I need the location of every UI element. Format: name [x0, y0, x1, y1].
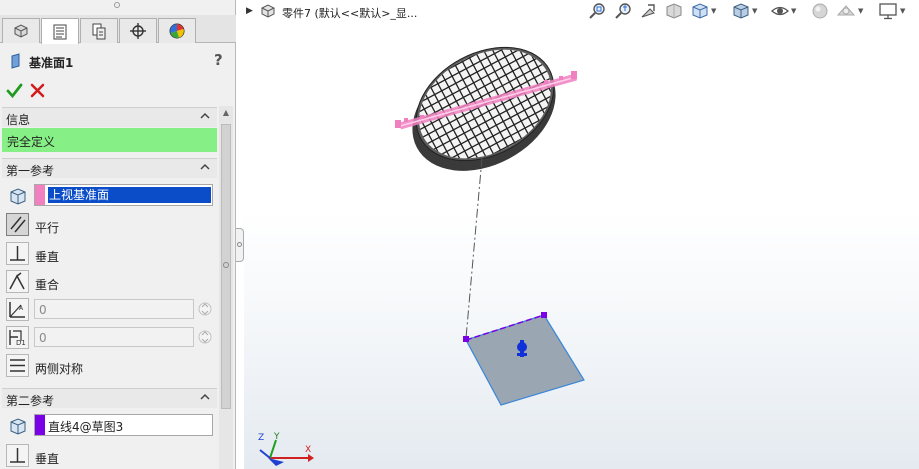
first-reference-header[interactable]: 第一参考	[2, 158, 217, 178]
offset-distance-icon: D1	[9, 330, 26, 347]
scroll-up-icon[interactable]: ▲	[219, 108, 233, 120]
feature-title: 基准面1	[29, 56, 74, 70]
angle-button[interactable]: A	[6, 298, 29, 321]
status-text: 完全定义	[7, 135, 56, 149]
first-reference-selection[interactable]: 上视基准面	[34, 184, 213, 206]
first-reference-title: 第一参考	[6, 164, 55, 178]
sieve-mesh-part[interactable]	[386, 13, 584, 194]
help-icon[interactable]: ?	[214, 51, 223, 69]
triad-x-label: X	[305, 445, 311, 455]
triad-y-axis	[269, 439, 277, 459]
tab-dimxpert-manager[interactable]	[119, 18, 157, 43]
scroll-grip-icon	[223, 262, 229, 268]
panel-collapse-handle[interactable]	[236, 228, 244, 262]
property-manager-panel: 基准面1 ? 信息 完全定义 第一参考 上视基准面 平行 垂直 重合 A 0 D…	[0, 0, 236, 469]
chevron-up-icon[interactable]	[199, 391, 211, 403]
plane-surface	[465, 314, 585, 406]
tab-display-manager[interactable]	[158, 18, 196, 43]
parallel-label: 平行	[35, 221, 60, 235]
distance-field[interactable]: 0	[34, 327, 194, 347]
solidworks-window: 基准面1 ? 信息 完全定义 第一参考 上视基准面 平行 垂直 重合 A 0 D…	[0, 0, 919, 469]
model-scene[interactable]	[244, 0, 919, 469]
mid-plane-icon	[10, 359, 25, 372]
parallel-button[interactable]	[6, 213, 29, 236]
first-reference-value: 上视基准面	[48, 187, 211, 203]
ok-checkmark-icon[interactable]	[6, 82, 23, 99]
svg-text:D1: D1	[16, 339, 26, 347]
parallel-icon	[10, 216, 26, 233]
angle-field[interactable]: 0	[34, 299, 194, 319]
angle-value: 0	[39, 303, 47, 317]
tab-feature-manager[interactable]	[2, 18, 40, 43]
reference-triad[interactable]: Z Y X	[256, 430, 314, 468]
collapse-grip-icon	[237, 242, 242, 247]
second-reference-title: 第二参考	[6, 394, 55, 408]
second-perpendicular-button[interactable]	[6, 444, 29, 467]
angle-icon: A	[9, 302, 25, 318]
mid-plane-button[interactable]	[6, 354, 29, 377]
info-section-title: 信息	[6, 113, 31, 127]
offset-distance-button[interactable]: D1	[6, 326, 29, 349]
panel-grip-icon[interactable]	[114, 2, 120, 8]
second-reference-header[interactable]: 第二参考	[2, 388, 217, 408]
selection-color-swatch	[35, 185, 45, 205]
chevron-up-icon[interactable]	[199, 161, 211, 173]
distance-value: 0	[39, 331, 47, 345]
configuration-manager-icon	[92, 23, 106, 40]
second-reference-selection[interactable]: 直线4@草图3	[34, 414, 213, 436]
cancel-x-icon[interactable]	[30, 83, 45, 98]
reference-entity-icon	[10, 188, 26, 205]
feature-title-row: 基准面1 ?	[0, 50, 236, 72]
status-box: 完全定义	[2, 128, 217, 152]
reference-plane-preview[interactable]	[463, 312, 585, 406]
perpendicular-icon	[10, 246, 25, 261]
triad-y-label: Y	[273, 432, 280, 442]
tab-configuration-manager[interactable]	[80, 18, 118, 43]
property-manager-icon	[53, 24, 67, 39]
perpendicular-label: 垂直	[35, 250, 60, 264]
feature-manager-icon	[14, 24, 28, 38]
line-endpoint-handle[interactable]	[463, 336, 469, 342]
selection-color-swatch	[35, 415, 45, 435]
coincident-label: 重合	[35, 278, 60, 292]
reference-entity-icon	[10, 418, 26, 435]
angle-spinner-icon[interactable]	[198, 299, 212, 319]
chevron-up-icon[interactable]	[199, 110, 211, 122]
display-manager-icon	[169, 23, 185, 39]
triad-z-label: Z	[258, 433, 264, 443]
svg-text:A: A	[19, 305, 24, 312]
perpendicular-button[interactable]	[6, 242, 29, 265]
second-reference-value: 直线4@草图3	[48, 420, 124, 434]
coincident-icon	[9, 272, 25, 290]
tab-property-manager[interactable]	[41, 18, 79, 44]
info-section-header[interactable]: 信息	[2, 107, 217, 127]
coincident-button[interactable]	[6, 270, 29, 293]
line-endpoint-handle[interactable]	[541, 312, 547, 318]
second-perpendicular-label: 垂直	[35, 452, 60, 466]
perpendicular-icon	[10, 448, 25, 463]
manager-tabs	[0, 15, 236, 44]
construction-line	[465, 157, 483, 339]
distance-spinner-icon[interactable]	[198, 327, 212, 347]
triad-z-axis	[259, 449, 271, 459]
dimxpert-icon	[130, 23, 146, 39]
mid-plane-label: 两侧对称	[35, 362, 84, 376]
reference-plane-icon	[11, 53, 20, 69]
